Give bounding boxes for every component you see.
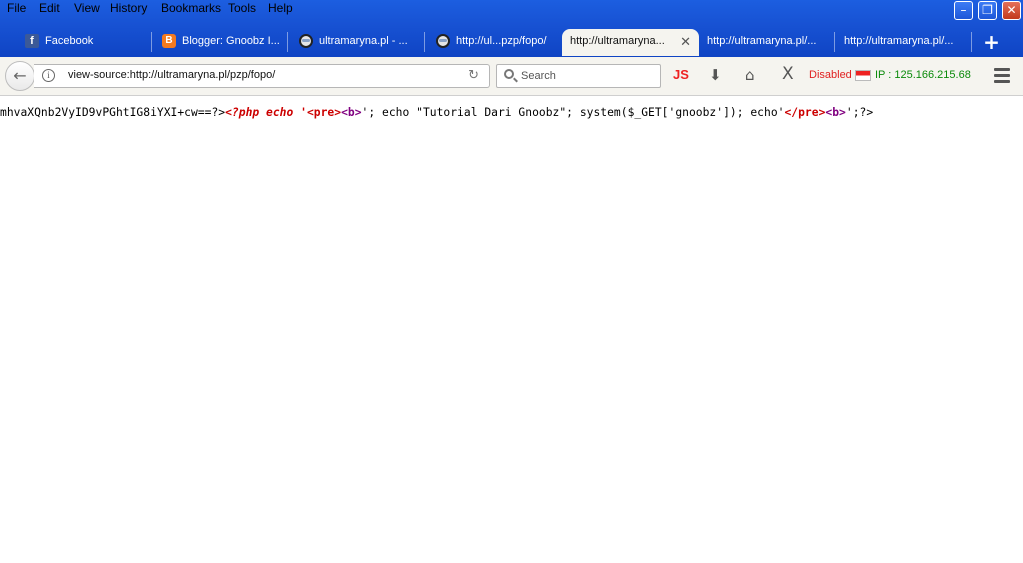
- source-php-close: ';?>: [845, 106, 874, 119]
- menu-tools[interactable]: Tools: [228, 1, 256, 15]
- indonesia-flag-icon: [855, 70, 871, 81]
- source-pre-tag: <pre>: [306, 106, 342, 119]
- javascript-toggle-icon[interactable]: JS: [673, 67, 689, 82]
- browser-titlebar: File Edit View History Bookmarks Tools H…: [0, 0, 1023, 57]
- page-source-content: mhvaXQnb2VyID9vPGhtIG8iYXI+cw==?><?php e…: [0, 106, 1023, 119]
- tab-separator: [834, 32, 835, 52]
- navigation-toolbar: ← i view-source:http://ultramaryna.pl/pz…: [0, 57, 1023, 96]
- noscript-icon[interactable]: X: [782, 64, 794, 84]
- tab-ultramaryna-2[interactable]: http://ul...pzp/fopo/: [426, 29, 561, 56]
- close-window-button[interactable]: ✕: [1002, 1, 1021, 20]
- info-icon[interactable]: i: [42, 69, 55, 82]
- search-input[interactable]: Search: [496, 64, 661, 88]
- reload-icon[interactable]: ↻: [468, 68, 479, 83]
- tab-separator: [424, 32, 425, 52]
- tab-separator: [287, 32, 288, 52]
- tab-label: http://ul...pzp/fopo/: [456, 35, 547, 47]
- source-php-code: '; echo "Tutorial Dari Gnoobz"; system($…: [361, 106, 785, 119]
- tab-ultramaryna-active[interactable]: http://ultramaryna... ✕: [562, 29, 699, 56]
- source-pre-close-tag: </pre>: [784, 106, 826, 119]
- tab-label: http://ultramaryna...: [570, 35, 665, 47]
- tab-strip: f Facebook B Blogger: Gnoobz I... ultram…: [0, 29, 1023, 56]
- hamburger-menu-icon[interactable]: [991, 66, 1013, 86]
- source-b-tag: <b>: [341, 106, 362, 119]
- tab-separator: [151, 32, 152, 52]
- tab-ultramaryna-4[interactable]: http://ultramaryna.pl/...: [836, 29, 972, 56]
- restore-button[interactable]: ❐: [978, 1, 997, 20]
- home-icon[interactable]: ⌂: [745, 66, 755, 84]
- tab-blogger[interactable]: B Blogger: Gnoobz I...: [153, 29, 288, 56]
- globe-icon: [436, 34, 450, 48]
- disabled-status[interactable]: Disabled: [809, 69, 852, 81]
- tab-label: Facebook: [45, 35, 94, 47]
- tab-label: http://ultramaryna.pl/...: [707, 35, 817, 47]
- tab-facebook[interactable]: f Facebook: [17, 29, 152, 56]
- close-tab-icon[interactable]: ✕: [680, 34, 691, 50]
- blogger-icon: B: [162, 34, 176, 48]
- tab-ultramaryna-1[interactable]: ultramaryna.pl - ...: [289, 29, 425, 56]
- minimize-button[interactable]: –: [954, 1, 973, 20]
- source-plain-text: mhvaXQnb2VyID9vPGhtIG8iYXI+cw==?>: [0, 106, 226, 119]
- download-icon[interactable]: ⬇: [709, 66, 722, 84]
- url-bar[interactable]: i view-source:http://ultramaryna.pl/pzp/…: [34, 64, 490, 88]
- tab-separator: [971, 32, 972, 52]
- new-tab-button[interactable]: +: [978, 29, 1005, 56]
- ip-address-label: IP : 125.166.215.68: [875, 69, 971, 81]
- tab-label: Blogger: Gnoobz I...: [182, 35, 280, 47]
- back-button[interactable]: ←: [5, 61, 35, 91]
- tab-label: http://ultramaryna.pl/...: [844, 35, 954, 47]
- source-b-tag: <b>: [825, 106, 846, 119]
- search-icon: [504, 69, 514, 79]
- menu-bookmarks[interactable]: Bookmarks: [161, 1, 221, 15]
- url-text[interactable]: view-source:http://ultramaryna.pl/pzp/fo…: [68, 69, 275, 81]
- tab-ultramaryna-3[interactable]: http://ultramaryna.pl/...: [700, 29, 835, 56]
- tab-label: ultramaryna.pl - ...: [319, 35, 408, 47]
- menu-view[interactable]: View: [74, 1, 100, 15]
- globe-icon: [299, 34, 313, 48]
- menu-history[interactable]: History: [110, 1, 147, 15]
- facebook-icon: f: [25, 34, 39, 48]
- search-placeholder: Search: [521, 70, 556, 82]
- menu-file[interactable]: File: [7, 1, 26, 15]
- source-php-open: <?php echo ': [225, 106, 307, 119]
- menu-help[interactable]: Help: [268, 1, 293, 15]
- menu-edit[interactable]: Edit: [39, 1, 60, 15]
